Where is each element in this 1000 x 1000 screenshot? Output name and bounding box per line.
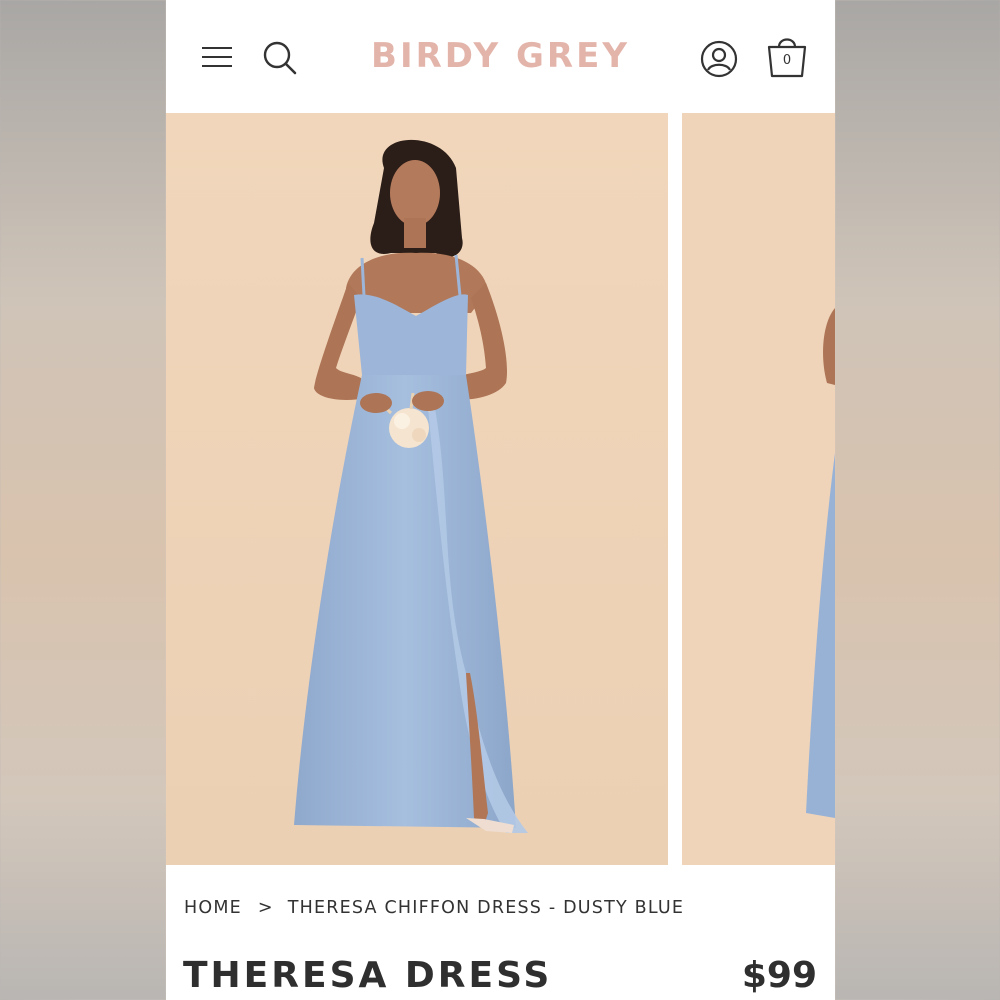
shopping-bag-icon[interactable]: 0 [764,33,810,81]
breadcrumb-home-link[interactable]: HOME [184,898,242,918]
account-icon[interactable] [699,39,739,79]
blurred-background-left [0,0,166,1000]
breadcrumb-separator: > [257,898,274,918]
site-header: BIRDY GREY 0 [166,0,835,112]
product-price: $99 [741,955,817,996]
product-image-gallery[interactable] [166,113,835,865]
product-title: THERESA DRESS [183,955,553,996]
breadcrumb-current: THERESA CHIFFON DRESS - DUSTY BLUE [287,898,685,918]
blurred-background-right [835,0,1000,1000]
bag-count-badge: 0 [782,53,792,68]
mobile-screen: BIRDY GREY 0 HOME > THERESA CHIFFON DRES… [166,0,835,1000]
product-photo-next[interactable] [682,113,835,865]
product-photo-main[interactable] [166,113,668,865]
breadcrumb: HOME > THERESA CHIFFON DRESS - DUSTY BLUE [184,898,684,918]
